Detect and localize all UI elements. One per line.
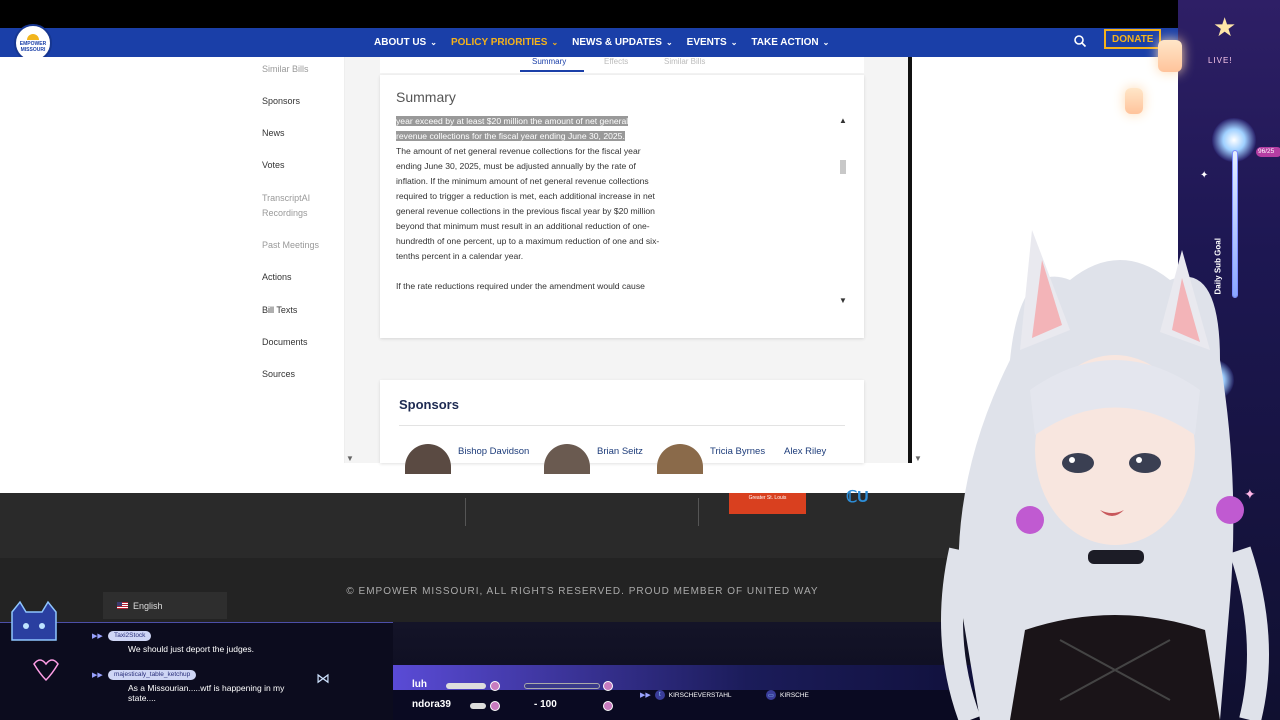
sidebar-item-actions[interactable]: Actions (262, 270, 292, 285)
language-selector[interactable]: English (103, 592, 227, 619)
scroll-up-icon[interactable]: ▲ (839, 116, 847, 125)
star-icon: ★ (1213, 12, 1237, 42)
chevron-down-icon: ⌄ (665, 38, 673, 47)
logo-text: EMPOWER MISSOURI (19, 40, 47, 53)
sidebar-item-sources[interactable]: Sources (262, 367, 295, 382)
twitter-icon: t (654, 690, 665, 700)
divider (399, 425, 845, 426)
screen: ABOUT US ⌄ POLICY PRIORITIES ⌄ NEWS & UPDA… (0, 0, 1280, 720)
nav-about-us[interactable]: ABOUT US ⌄ (374, 37, 437, 48)
nav-label: TAKE ACTION (751, 37, 819, 48)
sidebar-item-votes[interactable]: Votes (262, 158, 285, 173)
language-label: English (133, 600, 163, 611)
nav-policy-priorities[interactable]: POLICY PRIORITIES ⌄ (451, 37, 558, 48)
top-black-band (0, 0, 1280, 28)
summary-title: Summary (396, 89, 456, 105)
bow-icon: ⋈ (316, 670, 330, 686)
tab-similar-bills[interactable]: Similar Bills (664, 57, 705, 66)
goal-dot-icon (603, 681, 613, 691)
summary-paragraph: The amount of net general revenue collec… (396, 146, 660, 261)
chevron-down-icon: ⌄ (430, 38, 437, 47)
sponsors-title: Sponsors (399, 397, 459, 412)
summary-scrollbar[interactable]: ▲ ▼ (838, 116, 848, 308)
social-handle: KIRSCHEVERSTAHL (668, 691, 732, 699)
social-twitter: ▶▶ t KIRSCHEVERSTAHL (640, 689, 732, 701)
sidebar-item-documents[interactable]: Documents (262, 335, 308, 350)
nav-events[interactable]: EVENTS ⌄ (687, 37, 738, 48)
divider (698, 498, 699, 526)
chat-message: We should just deport the judges. (128, 644, 255, 654)
chat-username: Taxi2Stock (108, 631, 152, 641)
sidebar-item-past-meetings[interactable]: Past Meetings (262, 238, 319, 253)
sponsor-link[interactable]: Brian Seitz (597, 446, 643, 457)
lantern-icon (1125, 88, 1143, 114)
tab-active-underline (520, 70, 584, 72)
vertical-divider (908, 57, 912, 463)
partner-logo[interactable]: ℂU (846, 487, 890, 507)
sidebar-scroll-down-icon[interactable]: ▼ (346, 454, 354, 463)
goal-dot-icon (490, 701, 500, 711)
scrollbar-thumb[interactable] (840, 160, 846, 174)
nav-label: POLICY PRIORITIES (450, 37, 548, 48)
chat-bubble-icon: ▭ (766, 690, 776, 700)
summary-text-area[interactable]: year exceed by at least $20 million the … (396, 114, 666, 307)
nav-label: NEWS & UPDATES (572, 37, 662, 48)
scroll-down-icon[interactable]: ▼ (839, 296, 847, 305)
chat-username: majesticaly_table_ketchup (108, 670, 197, 680)
selected-text: year exceed by at least $20 million the … (396, 116, 629, 126)
live-badge: LIVE! (1208, 56, 1233, 65)
bill-sidebar: Similar Bills Sponsors News Votes Transc… (242, 57, 345, 463)
sponsor-link[interactable]: Tricia Byrnes (710, 446, 765, 457)
tab-effects[interactable]: Effects (604, 57, 628, 66)
tab-summary[interactable]: Summary (532, 57, 566, 66)
chat-message: As a Missourian.....wtf is happening in … (128, 683, 285, 703)
sponsor-link[interactable]: Bishop Davidson (458, 446, 529, 457)
sparkle-icon: ✦ (1200, 170, 1209, 181)
goal-dot-icon (490, 681, 500, 691)
chat-arrow-icon: ▶▶ (92, 672, 103, 679)
sponsor-link[interactable]: Alex Riley (784, 446, 826, 457)
sidebar-item-similar-bills[interactable]: Similar Bills (262, 62, 309, 77)
goal-value: - 100 (534, 699, 557, 710)
selected-text: revenue collections for the fiscal year … (396, 131, 625, 141)
nav-news-updates[interactable]: NEWS & UPDATES ⌄ (572, 37, 673, 48)
goal-progress (524, 683, 600, 689)
chat-arrow-icon: ▶▶ (92, 633, 103, 640)
sidebar-item-transcriptai[interactable]: TranscriptAI Recordings (262, 191, 328, 221)
chevron-down-icon: ⌄ (551, 38, 559, 47)
goal-progress (446, 683, 486, 689)
lantern-icon (1158, 40, 1182, 72)
social-twitch: ▭ KIRSCHE (766, 689, 809, 701)
donate-button[interactable]: DONATE (1104, 29, 1162, 49)
divider (465, 498, 466, 526)
chevron-down-icon: ⌄ (730, 38, 738, 47)
sun-icon (27, 33, 39, 40)
goal-progress (470, 703, 486, 709)
goal-label: luh (412, 679, 427, 690)
nav-menu: ABOUT US ⌄ POLICY PRIORITIES ⌄ NEWS & UPDA… (374, 28, 829, 57)
nav-take-action[interactable]: TAKE ACTION ⌄ (751, 37, 829, 48)
nav-label: EVENTS (686, 37, 727, 48)
social-handle: KIRSCHE (780, 691, 809, 699)
main-navbar: ABOUT US ⌄ POLICY PRIORITIES ⌄ NEWS & UPDA… (0, 28, 1210, 57)
vtuber-avatar (941, 230, 1269, 720)
chevron-down-icon: ⌄ (822, 38, 830, 47)
united-way-logo[interactable]: Greater St. Louis (729, 493, 806, 514)
goal-label: ndora39 (412, 699, 451, 710)
sidebar-item-news[interactable]: News (262, 126, 285, 141)
goal-dot-icon (603, 701, 613, 711)
us-flag-icon (117, 602, 128, 609)
nav-label: ABOUT US (374, 37, 427, 48)
sidebar-item-sponsors[interactable]: Sponsors (262, 94, 300, 109)
arrow-icon: ▶▶ (640, 692, 651, 699)
search-icon[interactable] (1073, 34, 1087, 48)
sidebar-item-bill-texts[interactable]: Bill Texts (262, 303, 297, 318)
cat-mascot-icon (11, 600, 59, 682)
summary-paragraph: If the rate reductions required under th… (396, 281, 645, 291)
sub-goal-count: 96/25 (1256, 147, 1280, 157)
